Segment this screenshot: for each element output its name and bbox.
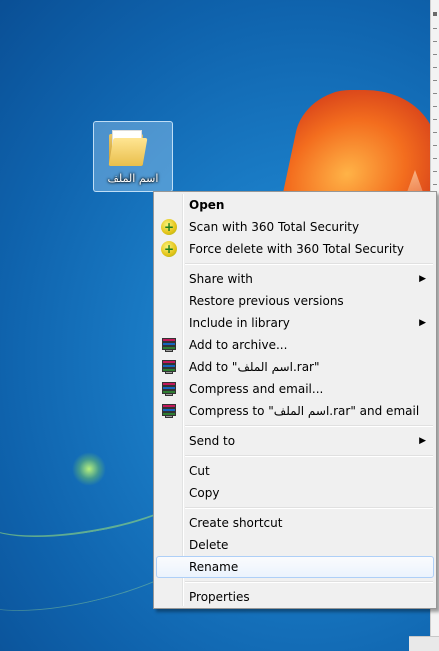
menu-separator [185,581,433,583]
menu-item-label: Restore previous versions [189,294,344,308]
menu-item-label: Cut [189,464,210,478]
window-edge-corner [409,636,439,651]
menu-separator [185,507,433,509]
menu-item-label: Share with [189,272,253,286]
menu-item-create-shortcut[interactable]: Create shortcut [156,512,434,534]
winrar-icon [161,337,177,353]
menu-separator [185,263,433,265]
menu-item-cut[interactable]: Cut [156,460,434,482]
menu-item-label: Include in library [189,316,290,330]
submenu-arrow-icon: ▶ [419,436,426,446]
menu-item-label: Send to [189,434,236,448]
folder-icon [108,128,157,168]
menu-item-label: Rename [189,560,239,574]
menu-item-include-library[interactable]: Include in library ▶ [156,312,434,334]
menu-item-label: Compress to "اسم الملف.rar" and email [189,404,420,418]
menu-item-scan-360[interactable]: + Scan with 360 Total Security [156,216,434,238]
menu-item-rename[interactable]: Rename [156,556,434,578]
winrar-icon [161,359,177,375]
menu-item-delete[interactable]: Delete [156,534,434,556]
menu-item-copy[interactable]: Copy [156,482,434,504]
menu-item-properties[interactable]: Properties [156,586,434,608]
winrar-icon [161,381,177,397]
360-security-icon: + [161,241,177,257]
folder-label: اسم الملف [107,172,159,185]
menu-item-label: Create shortcut [189,516,283,530]
menu-item-label: Open [189,198,225,212]
menu-item-label: Properties [189,590,250,604]
menu-item-compress-to-rar-email[interactable]: Compress to "اسم الملف.rar" and email [156,400,434,422]
menu-item-force-delete-360[interactable]: + Force delete with 360 Total Security [156,238,434,260]
menu-item-label: Delete [189,538,229,552]
context-menu: Open + Scan with 360 Total Security + Fo… [153,191,437,609]
360-security-icon: + [161,219,177,235]
menu-item-compress-email[interactable]: Compress and email... [156,378,434,400]
menu-item-send-to[interactable]: Send to ▶ [156,430,434,452]
menu-item-label: Force delete with 360 Total Security [189,242,405,256]
menu-item-share-with[interactable]: Share with ▶ [156,268,434,290]
menu-item-label: Copy [189,486,220,500]
submenu-arrow-icon: ▶ [419,274,426,284]
wallpaper-glow [72,452,106,486]
menu-item-open[interactable]: Open [156,194,434,216]
desktop-folder-icon[interactable]: اسم الملف [93,121,173,192]
menu-item-label: Scan with 360 Total Security [189,220,360,234]
menu-separator [185,455,433,457]
menu-item-restore-versions[interactable]: Restore previous versions [156,290,434,312]
menu-item-label: Add to archive... [189,338,288,352]
menu-item-add-archive[interactable]: Add to archive... [156,334,434,356]
menu-item-label: Add to "اسم الملف.rar" [189,360,320,374]
menu-separator [185,425,433,427]
winrar-icon [161,403,177,419]
menu-item-add-to-rar[interactable]: Add to "اسم الملف.rar" [156,356,434,378]
menu-item-label: Compress and email... [189,382,324,396]
submenu-arrow-icon: ▶ [419,318,426,328]
